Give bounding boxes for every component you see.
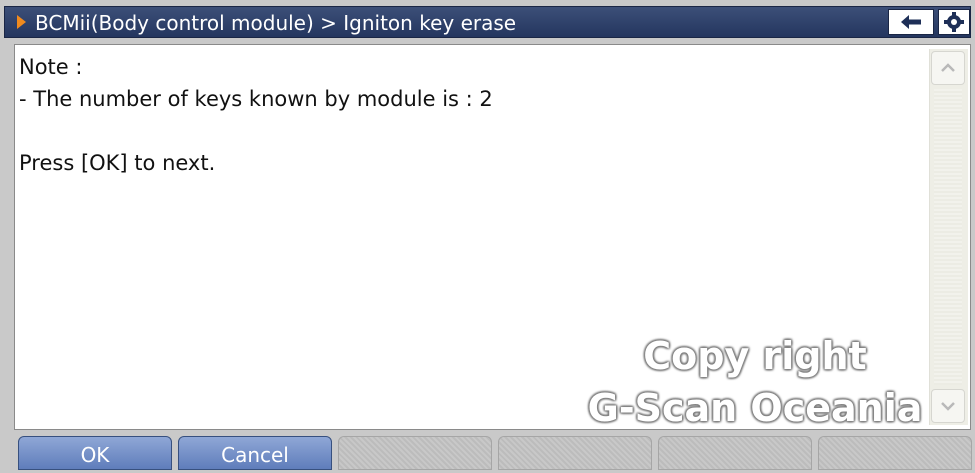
message-text: Note : - The number of keys known by mod… <box>19 51 924 179</box>
ok-button-label: OK <box>80 443 110 467</box>
page-title: BCMii(Body control module) > Igniton key… <box>35 11 517 35</box>
scroll-up-button[interactable] <box>931 51 965 85</box>
function-button-4[interactable] <box>498 436 652 470</box>
key-count-line: - The number of keys known by module is … <box>19 87 493 111</box>
play-arrow-icon <box>17 15 26 29</box>
function-button-5[interactable] <box>658 436 812 470</box>
message-panel: Note : - The number of keys known by mod… <box>14 44 971 430</box>
scroll-track[interactable] <box>934 89 962 385</box>
ok-button[interactable]: OK <box>18 436 172 470</box>
settings-button[interactable] <box>938 9 970 35</box>
vertical-scrollbar[interactable] <box>929 49 968 425</box>
title-bar: BCMii(Body control module) > Igniton key… <box>4 6 971 38</box>
function-button-6[interactable] <box>818 436 972 470</box>
scroll-down-button[interactable] <box>931 389 965 423</box>
note-heading: Note : <box>19 55 83 79</box>
back-arrow-icon <box>901 15 921 29</box>
scroll-up-icon <box>941 63 955 72</box>
instruction-line: Press [OK] to next. <box>19 151 216 175</box>
scroll-down-icon <box>941 402 955 411</box>
function-button-3[interactable] <box>338 436 492 470</box>
back-button[interactable] <box>888 9 934 35</box>
cancel-button[interactable]: Cancel <box>178 436 332 470</box>
cancel-button-label: Cancel <box>221 443 289 467</box>
gear-icon <box>944 12 964 32</box>
